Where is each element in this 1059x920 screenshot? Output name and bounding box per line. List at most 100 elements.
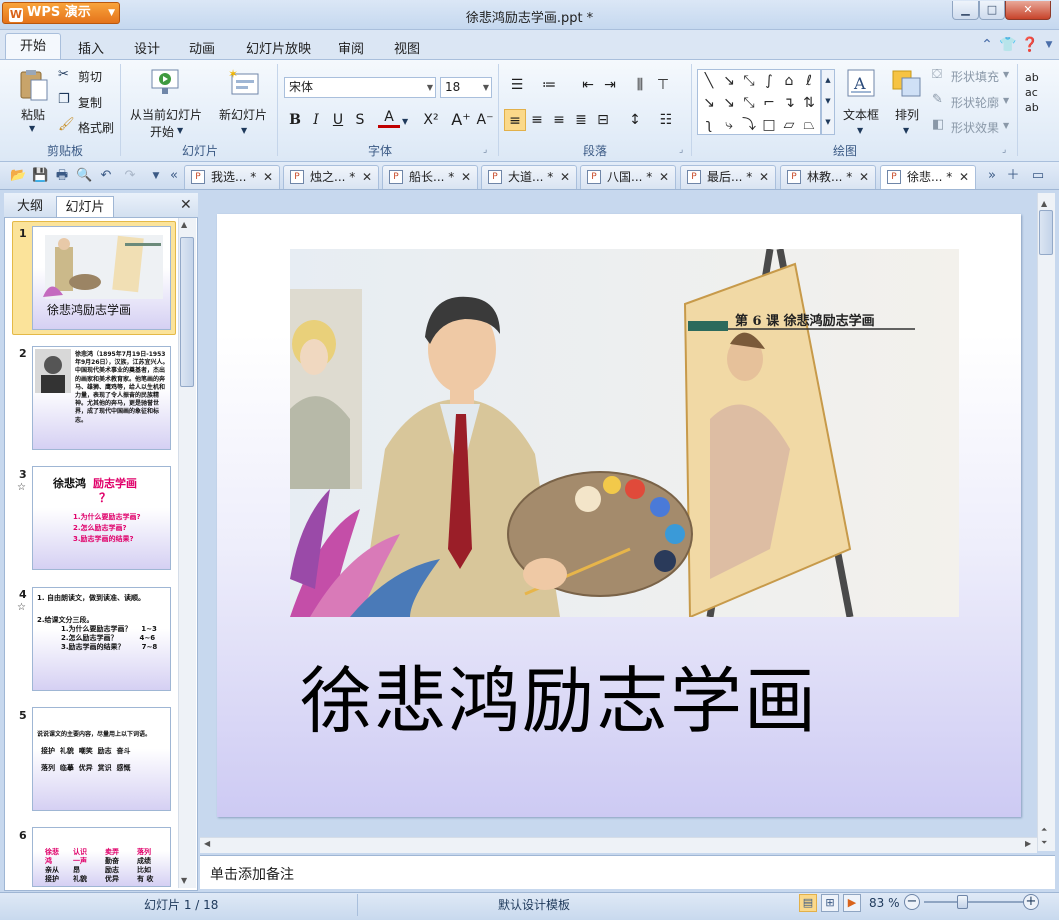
new-slide-button[interactable]: 新幻灯片 [219,106,267,123]
freeform-shape-icon[interactable]: ⌂ [779,71,799,91]
slide-thumbnail-2[interactable]: 徐悲鸿（1895年7月19日-1953年9月26日），汉族，江苏宜兴人。中国现代… [32,346,171,450]
shape-fill-button[interactable]: 形状填充 [951,68,999,85]
rectangle-shape-icon[interactable]: □ [759,115,779,135]
zoom-in-icon[interactable]: + [1023,894,1039,910]
numbered-list-icon[interactable]: ≔ [538,74,560,96]
underline-icon[interactable]: U [327,109,349,131]
bullet-list-icon[interactable]: ☰ [506,74,528,96]
textbox-icon[interactable]: A [845,67,877,99]
elbow-arrow-icon[interactable]: ↘ [719,93,739,113]
dialog-launcher-icon[interactable]: ⌟ [679,145,683,155]
paragraph-spacing-icon[interactable]: ☷ [655,109,677,131]
align-right-icon[interactable]: ≡ [548,109,570,131]
curved-connector-icon[interactable]: ʅ [699,115,719,135]
line-spacing-icon[interactable]: ↕ [624,109,646,131]
collapse-ribbon-icon[interactable]: ⌃ [979,37,995,53]
document-tab[interactable]: P 林教... * ✕ [780,165,876,189]
align-center-icon[interactable]: ≡ [526,109,548,131]
document-tab[interactable]: P 船长... * ✕ [382,165,478,189]
chevron-down-icon[interactable]: ▼ [857,126,863,135]
slide-thumbnail-3[interactable]: 徐悲鸿 励志学画 ？ 1.为什么要励志学画? 2.怎么励志学画? 3.励志学画的… [32,466,171,570]
textbox-button[interactable]: 文本框 [843,106,879,123]
gallery-scroll[interactable]: ▲ ▼ ▼ [821,69,835,135]
paste-icon[interactable] [17,68,49,102]
bent-double-arrow-icon[interactable]: ⇅ [799,93,819,113]
superscript-icon[interactable]: X² [420,109,442,131]
tab-view[interactable]: 视图 [394,38,420,57]
open-folder-icon[interactable]: 📂 [10,168,26,184]
copy-button[interactable]: 复制 [78,94,102,111]
curve-shape-icon[interactable]: ∫ [759,71,779,91]
vertical-scrollbar[interactable] [1037,193,1055,851]
vertical-align-icon[interactable]: ⊤ [652,74,674,96]
skin-icon[interactable]: 👕 [999,37,1016,53]
tab-list-icon[interactable]: ▭ [1030,168,1046,184]
format-painter-button[interactable]: 格式刷 [78,119,114,136]
tab-design[interactable]: 设计 [134,38,160,57]
document-tab[interactable]: P 八国... * ✕ [580,165,676,189]
close-icon[interactable]: ✕ [560,166,570,188]
scribble-shape-icon[interactable]: ℓ [799,71,819,91]
dialog-launcher-icon[interactable]: ⌟ [483,145,487,155]
minimize-button[interactable]: ▁ [952,1,979,20]
chevron-down-icon[interactable]: ▼ [177,126,183,135]
increase-font-icon[interactable]: A⁺ [450,109,472,131]
paste-button[interactable]: 粘贴 [21,106,45,123]
close-icon[interactable]: ✕ [461,166,471,188]
print-icon[interactable]: 🖶 [54,168,70,184]
elbow-connector-icon[interactable]: ↘ [699,93,719,113]
zoom-slider-track[interactable] [924,901,1024,903]
trapezoid-shape-icon[interactable]: ⏢ [799,115,819,135]
scroll-up-icon[interactable]: ▲ [1041,199,1047,208]
notes-placeholder[interactable]: 单击添加备注 [210,864,294,884]
close-icon[interactable]: ✕ [759,166,769,188]
scrollbar-thumb[interactable] [1039,210,1053,255]
chevron-down-icon[interactable]: ▼ [1003,70,1009,79]
new-slide-icon[interactable]: ✶ [226,66,260,98]
zoom-out-icon[interactable]: − [904,894,920,910]
document-tab[interactable]: P 最后... * ✕ [680,165,776,189]
text-shadow-icon[interactable]: S [349,109,371,131]
scroll-down-icon[interactable]: ▼ [181,876,187,885]
bold-icon[interactable]: B [284,109,306,131]
scrollbar-thumb[interactable] [180,237,194,387]
close-icon[interactable]: ✕ [859,166,869,188]
double-arrow-shape-icon[interactable]: ⤡ [739,71,759,91]
slide-illustration[interactable]: 第 6 课 徐悲鸿励志学画 [290,249,959,617]
slide-thumbnail-5[interactable]: 说说课文的主要内容，尽量用上以下词语。 接护 礼貌 嘲笑 励志 奋斗 落列 临摹… [32,707,171,811]
horizontal-scrollbar[interactable] [200,837,1037,853]
decrease-font-icon[interactable]: A⁻ [474,109,496,131]
close-icon[interactable]: ✕ [959,166,969,188]
bent-arrow-icon[interactable]: ↴ [779,93,799,113]
paste-dropdown-icon[interactable]: ▼ [29,124,35,133]
curved-arrow-icon[interactable]: ⤷ [719,115,739,135]
tab-slideshow[interactable]: 幻灯片放映 [246,38,311,57]
curved-double-arrow-icon[interactable]: ⤵ [739,115,759,135]
close-window-button[interactable]: ✕ [1005,1,1051,20]
slideshow-view-icon[interactable]: ▶ [843,894,861,912]
slide-title[interactable]: 徐悲鸿励志学画 [300,642,818,747]
scroll-right-icon[interactable]: ▶ [1025,839,1031,848]
from-current-slide-button-line2[interactable]: 开始 [150,123,174,140]
tab-scroll-right-icon[interactable]: » [984,168,1000,184]
close-icon[interactable]: ✕ [659,166,669,188]
normal-view-icon[interactable]: ▤ [799,894,817,912]
tab-scroll-left-icon[interactable]: « [166,168,182,184]
notes-pane[interactable] [200,855,1055,889]
document-tab[interactable]: P 我选... * ✕ [184,165,280,189]
font-color-icon[interactable]: A [378,108,400,128]
elbow-double-arrow-icon[interactable]: ⤡ [739,93,759,113]
justify-icon[interactable]: ≣ [570,109,592,131]
save-icon[interactable]: 💾 [32,168,48,184]
chevron-down-icon[interactable]: ▼ [402,117,408,126]
tab-insert[interactable]: 插入 [78,38,104,57]
redo-icon[interactable]: ↷ [122,168,138,184]
zoom-slider-handle[interactable] [957,895,968,909]
chevron-down-icon[interactable]: ▼ [241,126,247,135]
font-size-select[interactable]: 18 ▼ [440,77,492,98]
close-icon[interactable]: ✕ [180,197,192,213]
tab-review[interactable]: 审阅 [338,38,364,57]
parallelogram-shape-icon[interactable]: ▱ [779,115,799,135]
prev-slide-icon[interactable]: ⏶ [1041,825,1047,835]
text-direction-icon[interactable]: ⫼ [629,74,651,96]
